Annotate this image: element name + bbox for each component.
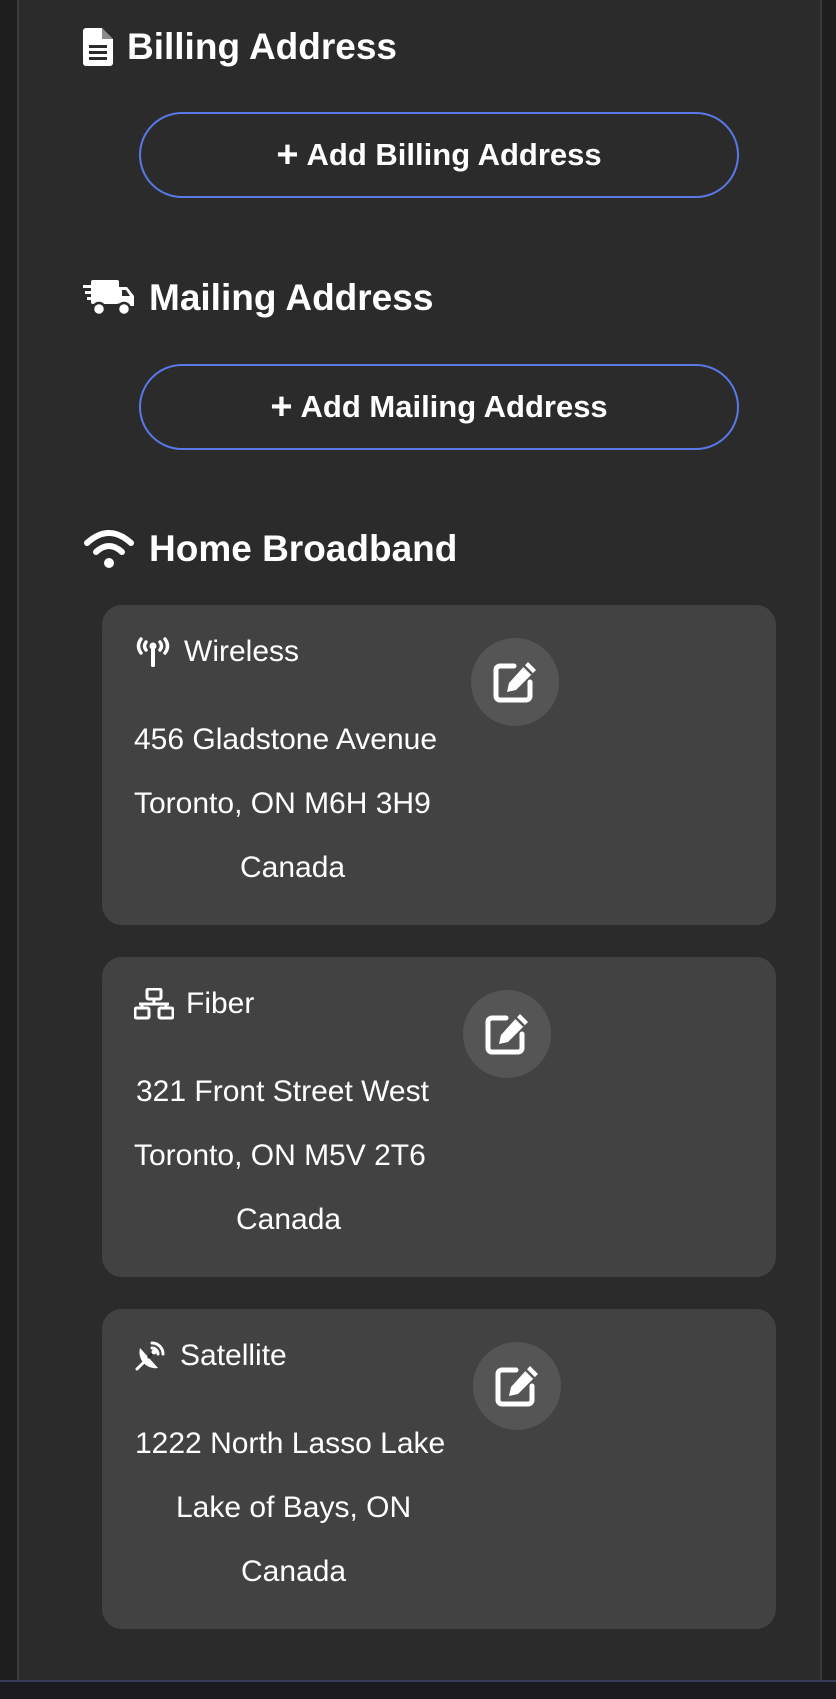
home-broadband-heading: Home Broadband (83, 528, 457, 570)
satellite-dish-icon (134, 1340, 168, 1372)
truck-icon (83, 278, 135, 318)
address-line-1: 1222 North Lasso Lake (135, 1427, 446, 1460)
service-type-label: Fiber (186, 987, 255, 1020)
address-country: Canada (236, 1203, 342, 1236)
broadband-card-wireless: Wireless 456 Gladstone Avenue Toronto, O… (102, 605, 776, 925)
address-panel: Billing Address + Add Billing Address Ma… (17, 0, 822, 1680)
broadband-card-fiber: Fiber 321 Front Street West Toronto, ON … (102, 957, 776, 1277)
edit-fiber-button[interactable] (463, 990, 551, 1078)
plus-icon: + (270, 386, 293, 428)
add-mailing-address-button[interactable]: + Add Mailing Address (139, 364, 739, 450)
address-country: Canada (240, 851, 346, 884)
plus-icon: + (276, 134, 299, 176)
add-billing-address-label: Add Billing Address (306, 137, 602, 172)
service-type-row: Satellite (134, 1339, 287, 1373)
wifi-icon (83, 529, 135, 569)
service-type-label: Satellite (180, 1339, 287, 1372)
tower-broadcast-icon (134, 636, 172, 668)
address-line-2: Toronto, ON M6H 3H9 (134, 787, 431, 820)
address-line-2: Lake of Bays, ON (176, 1491, 412, 1524)
billing-address-heading: Billing Address (83, 26, 397, 68)
address-line-2: Toronto, ON M5V 2T6 (134, 1139, 426, 1172)
network-wired-icon (134, 988, 174, 1020)
billing-address-title: Billing Address (127, 26, 398, 67)
edit-icon (495, 1366, 538, 1407)
edit-icon (493, 662, 536, 703)
mailing-address-title: Mailing Address (149, 277, 434, 318)
edit-icon (485, 1014, 528, 1055)
bottom-edge-bar (0, 1680, 836, 1699)
service-type-label: Wireless (184, 635, 300, 668)
home-broadband-title: Home Broadband (149, 528, 458, 569)
add-billing-address-button[interactable]: + Add Billing Address (139, 112, 739, 198)
mailing-address-heading: Mailing Address (83, 277, 433, 319)
add-mailing-address-label: Add Mailing Address (300, 389, 608, 424)
address-line-1: 321 Front Street West (136, 1075, 429, 1108)
edit-satellite-button[interactable] (473, 1342, 561, 1430)
service-type-row: Fiber (134, 987, 254, 1021)
edit-wireless-button[interactable] (471, 638, 559, 726)
service-type-row: Wireless (134, 635, 299, 669)
broadband-card-satellite: Satellite 1222 North Lasso Lake Lake of … (102, 1309, 776, 1629)
address-country: Canada (241, 1555, 347, 1588)
file-invoice-icon (83, 28, 113, 66)
address-line-1: 456 Gladstone Avenue (134, 723, 438, 756)
